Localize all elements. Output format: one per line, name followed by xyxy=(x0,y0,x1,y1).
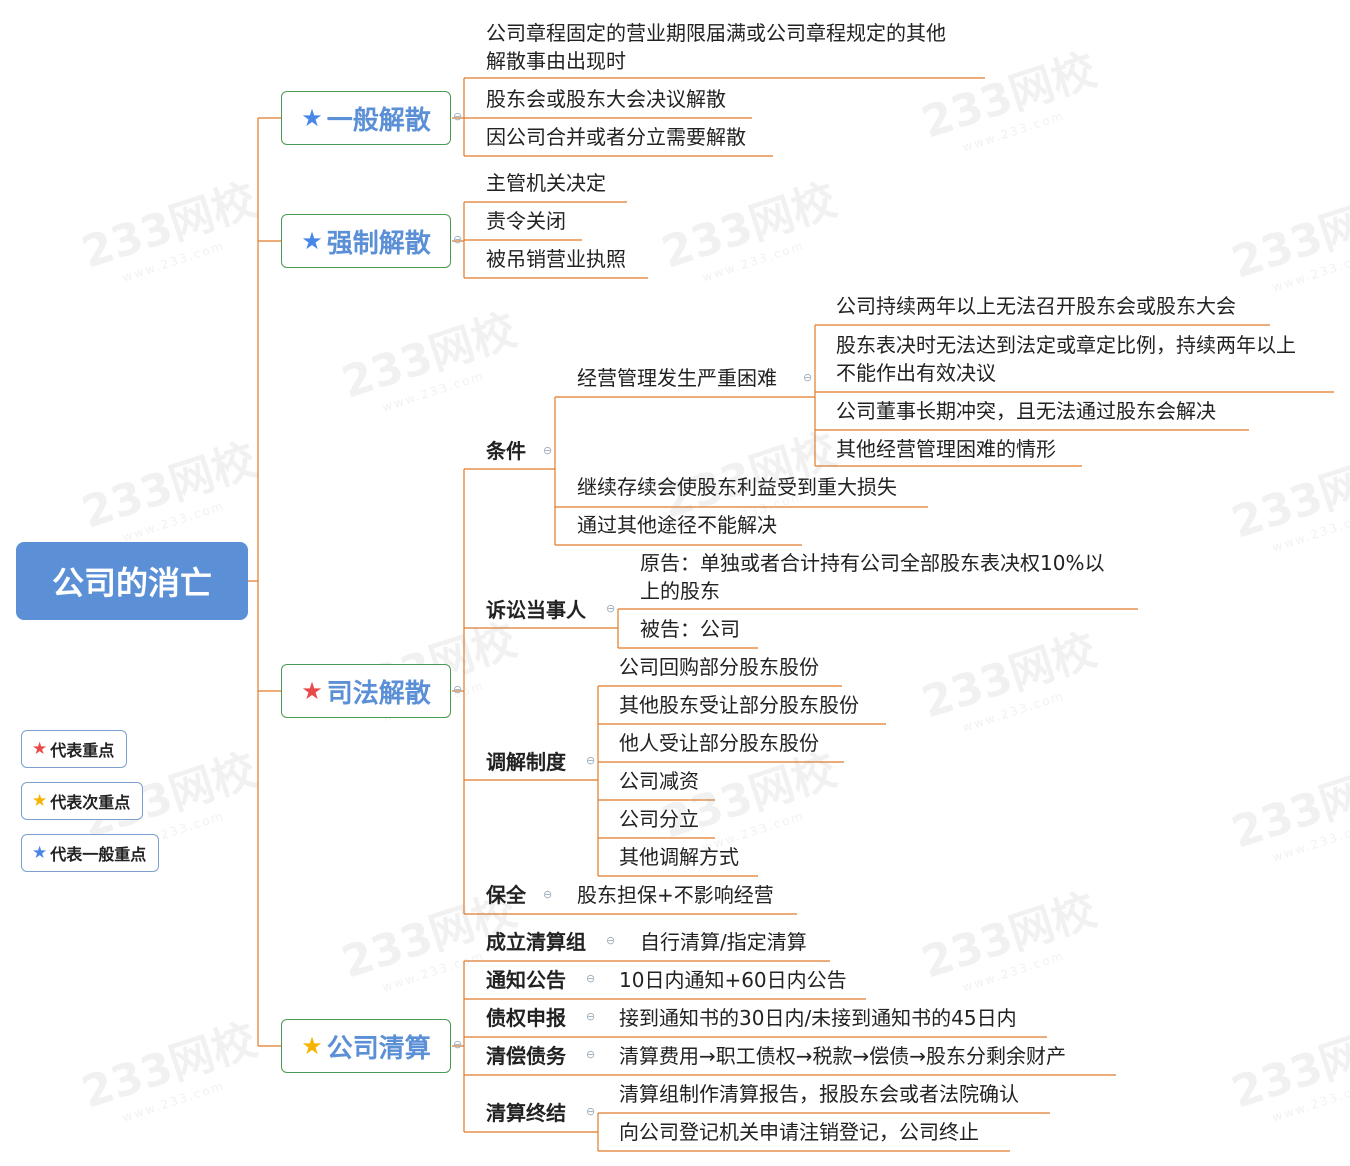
list-item[interactable]: 公司减资 xyxy=(619,767,699,795)
topic-gongsi-qingsuan[interactable]: ★ 公司清算 xyxy=(281,1019,451,1073)
collapse-icon[interactable]: ⊖ xyxy=(453,233,462,246)
subtopic-tiaojian[interactable]: 条件 xyxy=(486,437,526,465)
red-star-icon: ★ xyxy=(32,739,48,759)
list-item[interactable]: 解散事由出现时 xyxy=(486,47,626,75)
list-item[interactable]: 主管机关决定 xyxy=(486,169,606,197)
collapse-icon[interactable]: ⊖ xyxy=(586,972,595,985)
collapse-icon[interactable]: ⊖ xyxy=(543,888,552,901)
topic-label: 强制解散 xyxy=(326,228,431,259)
list-item[interactable]: 10日内通知+60日内公告 xyxy=(619,966,847,994)
subtopic-baoquan[interactable]: 保全 xyxy=(486,881,526,909)
subtopic-tongzhi-gonggao[interactable]: 通知公告 xyxy=(486,966,566,994)
topic-label: 公司清算 xyxy=(326,1033,431,1064)
topic-label: 司法解散 xyxy=(326,678,431,709)
list-item[interactable]: 向公司登记机关申请注销登记，公司终止 xyxy=(619,1118,979,1146)
yellow-star-icon: ★ xyxy=(32,791,48,811)
list-item[interactable]: 其他经营管理困难的情形 xyxy=(836,435,1056,463)
legend-label: 代表次重点 xyxy=(50,793,131,812)
collapse-icon[interactable]: ⊖ xyxy=(606,602,615,615)
list-item[interactable]: 公司分立 xyxy=(619,805,699,833)
list-item[interactable]: 自行清算/指定清算 xyxy=(640,928,807,956)
root-topic[interactable]: 公司的消亡 xyxy=(16,542,248,620)
list-item[interactable]: 其他股东受让部分股东股份 xyxy=(619,691,859,719)
list-item[interactable]: 股东担保+不影响经营 xyxy=(577,881,774,909)
list-item[interactable]: 被告：公司 xyxy=(640,615,740,643)
list-item[interactable]: 责令关闭 xyxy=(486,207,566,235)
topic-yiban-jiesan[interactable]: ★ 一般解散 xyxy=(281,91,451,145)
list-item[interactable]: 公司章程固定的营业期限届满或公司章程规定的其他 xyxy=(486,19,946,47)
legend-label: 代表重点 xyxy=(50,741,115,760)
list-item[interactable]: 原告：单独或者合计持有公司全部股东表决权10%以 xyxy=(640,549,1104,577)
list-item[interactable]: 股东会或股东大会决议解散 xyxy=(486,85,726,113)
collapse-icon[interactable]: ⊖ xyxy=(586,1010,595,1023)
blue-star-icon: ★ xyxy=(32,843,48,863)
list-item[interactable]: 继续存续会使股东利益受到重大损失 xyxy=(577,473,897,501)
subtopic-tiaojie[interactable]: 调解制度 xyxy=(486,748,566,776)
topic-sifa-jiesan[interactable]: ★ 司法解散 xyxy=(281,664,451,718)
topic-qiangzhi-jiesan[interactable]: ★ 强制解散 xyxy=(281,214,451,268)
list-item[interactable]: 被吊销营业执照 xyxy=(486,245,626,273)
list-item[interactable]: 公司董事长期冲突，且无法通过股东会解决 xyxy=(836,397,1216,425)
collapse-icon[interactable]: ⊖ xyxy=(543,444,552,457)
subtopic-qingsuan-zhongjie[interactable]: 清算终结 xyxy=(486,1099,566,1127)
collapse-icon[interactable]: ⊖ xyxy=(453,683,462,696)
subtopic-jingying[interactable]: 经营管理发生严重困难 xyxy=(577,364,777,392)
legend-yellow: ★ 代表次重点 xyxy=(21,782,144,820)
topic-label: 一般解散 xyxy=(326,105,431,136)
subtopic-qingchang-zhaiwu[interactable]: 清偿债务 xyxy=(486,1042,566,1070)
list-item[interactable]: 清算组制作清算报告，报股东会或者法院确认 xyxy=(619,1080,1019,1108)
list-item[interactable]: 接到通知书的30日内/未接到通知书的45日内 xyxy=(619,1004,1017,1032)
blue-star-icon: ★ xyxy=(301,104,323,132)
red-star-icon: ★ xyxy=(301,677,323,705)
collapse-icon[interactable]: ⊖ xyxy=(453,1038,462,1051)
collapse-icon[interactable]: ⊖ xyxy=(803,371,812,384)
legend-label: 代表一般重点 xyxy=(50,845,147,864)
subtopic-chengli-qingsuanzu[interactable]: 成立清算组 xyxy=(486,928,586,956)
subtopic-susong[interactable]: 诉讼当事人 xyxy=(486,596,586,624)
list-item[interactable]: 其他调解方式 xyxy=(619,843,739,871)
legend-red: ★ 代表重点 xyxy=(21,730,128,768)
list-item[interactable]: 因公司合并或者分立需要解散 xyxy=(486,123,746,151)
collapse-icon[interactable]: ⊖ xyxy=(586,1105,595,1118)
list-item[interactable]: 公司持续两年以上无法召开股东会或股东大会 xyxy=(836,292,1236,320)
list-item[interactable]: 他人受让部分股东股份 xyxy=(619,729,819,757)
list-item[interactable]: 股东表决时无法达到法定或章定比例，持续两年以上 xyxy=(836,331,1296,359)
list-item[interactable]: 不能作出有效决议 xyxy=(836,359,996,387)
list-item[interactable]: 清算费用→职工债权→税款→偿债→股东分剩余财产 xyxy=(619,1042,1066,1070)
list-item[interactable]: 上的股东 xyxy=(640,577,720,605)
collapse-icon[interactable]: ⊖ xyxy=(586,1048,595,1061)
collapse-icon[interactable]: ⊖ xyxy=(586,754,595,767)
collapse-icon[interactable]: ⊖ xyxy=(606,934,615,947)
legend-blue: ★ 代表一般重点 xyxy=(21,834,160,872)
subtopic-zhaiquan-shenbao[interactable]: 债权申报 xyxy=(486,1004,566,1032)
root-connector xyxy=(248,117,281,1047)
blue-star-icon: ★ xyxy=(301,227,323,255)
list-item[interactable]: 通过其他途径不能解决 xyxy=(577,511,777,539)
list-item[interactable]: 公司回购部分股东股份 xyxy=(619,653,819,681)
yellow-star-icon: ★ xyxy=(301,1032,323,1060)
collapse-icon[interactable]: ⊖ xyxy=(453,110,462,123)
